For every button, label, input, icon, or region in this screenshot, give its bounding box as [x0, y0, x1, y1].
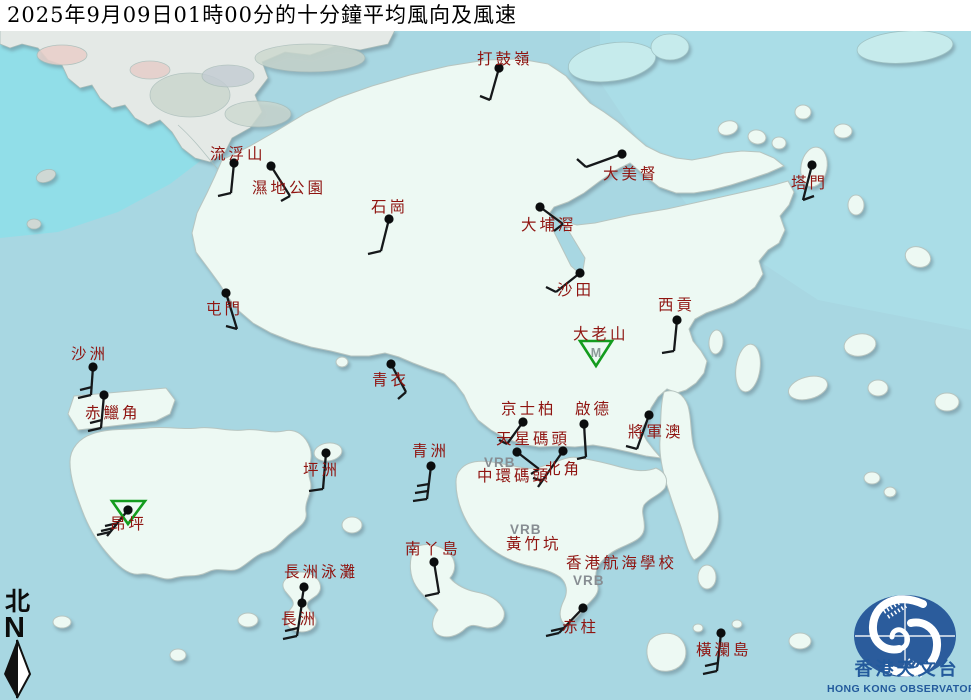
station-dot[interactable]	[386, 359, 395, 368]
station-dot[interactable]	[575, 268, 584, 277]
station-label[interactable]: 昂坪	[110, 515, 147, 533]
urban-patch-pink	[37, 45, 87, 65]
station-dot[interactable]	[518, 417, 527, 426]
station-dot[interactable]	[266, 161, 275, 170]
station-label[interactable]: 長洲	[281, 610, 318, 628]
station-dot[interactable]	[426, 461, 435, 470]
logo-name-chinese: 香港天文台	[854, 658, 960, 680]
station-label[interactable]: 中環碼頭	[477, 467, 551, 485]
station-label[interactable]: 沙田	[557, 281, 594, 299]
station-label[interactable]: 長洲泳灘	[284, 563, 358, 581]
station-dot[interactable]	[221, 288, 230, 297]
station-label[interactable]: 西貢	[658, 296, 695, 314]
station-label[interactable]: 黃竹坑	[506, 535, 562, 553]
station-label[interactable]: 大埔滘	[521, 216, 577, 234]
station-label[interactable]: 屯門	[206, 300, 243, 318]
station-dot[interactable]	[558, 446, 567, 455]
island-lo-chau	[693, 624, 703, 632]
island-soko	[170, 649, 186, 661]
dapeng-coast	[651, 34, 689, 60]
island-shek-kwu-chau	[238, 613, 258, 627]
station-label[interactable]: 啟德	[575, 400, 612, 418]
compass-letter: N	[4, 612, 25, 644]
island-east	[935, 393, 959, 411]
island-waglan	[732, 620, 742, 628]
station-label[interactable]: 青洲	[412, 442, 449, 460]
land-po-toi	[647, 633, 686, 671]
urban-patch	[255, 44, 365, 72]
station-label[interactable]: 赤鱲角	[85, 404, 141, 422]
urban-patch	[225, 101, 291, 127]
urban-patch-pink	[130, 61, 170, 79]
hong-kong-wind-map: 打鼓嶺流浮山濕地公園石崗 大美督塔門大埔滘沙田西貢 屯門沙洲赤鱲角 青衣京士柏啟德將軍…	[0, 0, 971, 700]
island-tung-lung	[698, 565, 716, 589]
island-double-haven-3	[772, 137, 786, 149]
station-label[interactable]: 流浮山	[210, 145, 266, 163]
island-grass	[834, 124, 852, 138]
station-dot[interactable]	[716, 628, 725, 637]
station-label[interactable]: 打鼓嶺	[477, 50, 533, 68]
station-label[interactable]: 將軍澳	[628, 423, 684, 441]
island-fan-lau	[53, 616, 71, 628]
station-label[interactable]: 香港航海學校	[566, 553, 677, 572]
station-label[interactable]: 石崗	[371, 198, 408, 216]
station-dot[interactable]	[579, 419, 588, 428]
station-dot[interactable]	[297, 598, 306, 607]
station-dot[interactable]	[672, 315, 681, 324]
deep-bay-islet	[27, 219, 41, 229]
station-dot[interactable]	[299, 582, 308, 591]
island-hei-ling-chau	[342, 517, 362, 533]
station-dot[interactable]	[807, 160, 816, 169]
station-dot[interactable]	[321, 448, 330, 457]
station-label[interactable]: 青衣	[372, 371, 409, 389]
station-label[interactable]: 坪洲	[303, 461, 340, 479]
station-label[interactable]: 濕地公園	[252, 179, 326, 197]
station-dot[interactable]	[578, 603, 587, 612]
station-dot[interactable]	[617, 149, 626, 158]
vrb-label: VRB	[573, 573, 605, 588]
station-label[interactable]: 天星碼頭	[496, 430, 570, 448]
station-label[interactable]: 大老山	[573, 325, 629, 343]
island-ma-wan	[336, 357, 348, 367]
station-dot[interactable]	[535, 202, 544, 211]
logo-name-english: HONG KONG OBSERVATORY	[827, 683, 971, 695]
station-dot[interactable]	[644, 410, 653, 419]
station-dot[interactable]	[99, 390, 108, 399]
island-ninepin-1	[864, 472, 880, 484]
wind-map-screen: 打鼓嶺流浮山濕地公園石崗 大美督塔門大埔滘沙田西貢 屯門沙洲赤鱲角 青衣京士柏啟德將軍…	[0, 0, 971, 700]
station-label[interactable]: 沙洲	[71, 345, 108, 363]
island-bluff	[868, 380, 888, 396]
map-title: 2025年9月09日01時00分的十分鐘平均風向及風速	[7, 3, 517, 27]
urban-patch-gray	[202, 65, 254, 87]
station-label[interactable]: 大美督	[603, 165, 659, 183]
island-ninepin-2	[884, 487, 896, 497]
station-dot[interactable]	[123, 505, 132, 514]
island-crescent	[795, 105, 811, 119]
station-label[interactable]: 南丫島	[405, 540, 461, 558]
station-label[interactable]: 赤柱	[562, 618, 599, 636]
station-label[interactable]: 京士柏	[501, 400, 557, 418]
station-dot[interactable]	[88, 362, 97, 371]
island-port	[848, 195, 864, 215]
island-beaufort	[789, 633, 811, 649]
station-label[interactable]: 塔門	[791, 174, 828, 192]
map-title-bar: 2025年9月09日01時00分的十分鐘平均風向及風速	[0, 0, 971, 31]
maintenance-m-icon: M	[591, 346, 601, 360]
station-dot[interactable]	[429, 557, 438, 566]
station-label[interactable]: 橫瀾島	[696, 641, 752, 659]
